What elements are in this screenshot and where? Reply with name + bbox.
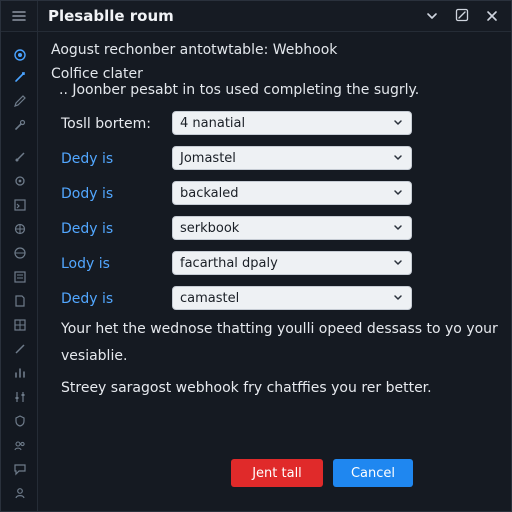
link-icon[interactable] bbox=[13, 70, 27, 84]
shield-icon[interactable] bbox=[13, 414, 27, 428]
chevron-down-icon bbox=[393, 223, 403, 233]
field-label: Dedy is bbox=[61, 221, 114, 237]
paragraph-line-3: Streey saragost webhook fry chatffies yo… bbox=[61, 380, 432, 396]
terminal-icon[interactable] bbox=[13, 198, 27, 212]
select-value: backaled bbox=[180, 185, 239, 201]
chart-icon[interactable] bbox=[13, 366, 27, 380]
select-value: facarthal dpaly bbox=[180, 255, 278, 271]
slash-icon[interactable] bbox=[13, 342, 27, 356]
menu-icon bbox=[12, 7, 26, 26]
main-content: Aogust rechonber antotwtable: Webhook Co… bbox=[51, 39, 499, 499]
titlebar: Plesablle roum bbox=[1, 1, 511, 32]
chevron-down-icon bbox=[393, 258, 403, 268]
field-select[interactable]: 4 nanatial bbox=[172, 111, 412, 135]
select-value: 4 nanatial bbox=[180, 115, 246, 131]
sidebar bbox=[1, 32, 38, 511]
chevron-down-icon bbox=[393, 118, 403, 128]
description-line-2: Colfice clater bbox=[51, 66, 143, 82]
window-title: Plesablle roum bbox=[48, 7, 174, 25]
list-icon[interactable] bbox=[13, 270, 27, 284]
sliders-icon[interactable] bbox=[13, 390, 27, 404]
field-select[interactable]: facarthal dpaly bbox=[172, 251, 412, 275]
chevron-down-icon bbox=[393, 188, 403, 198]
user-icon[interactable] bbox=[13, 486, 27, 500]
select-value: serkbook bbox=[180, 220, 240, 236]
edit-icon bbox=[455, 7, 469, 26]
pen-icon[interactable] bbox=[13, 94, 27, 108]
select-value: camastel bbox=[180, 290, 240, 306]
doc-icon[interactable] bbox=[13, 294, 27, 308]
close-button[interactable] bbox=[481, 5, 503, 27]
gear-icon[interactable] bbox=[13, 174, 27, 188]
danger-button[interactable]: Jent tall bbox=[231, 459, 323, 487]
group-icon[interactable] bbox=[13, 438, 27, 452]
grid-icon[interactable] bbox=[13, 318, 27, 332]
field-select[interactable]: backaled bbox=[172, 181, 412, 205]
field-label: Dedy is bbox=[61, 291, 114, 307]
chevron-down-icon bbox=[393, 153, 403, 163]
menu-button[interactable] bbox=[1, 1, 38, 31]
target-icon[interactable] bbox=[13, 48, 27, 62]
paragraph-line-1: Your het the wednose thatting youlli ope… bbox=[61, 321, 498, 337]
wrench-icon[interactable] bbox=[13, 118, 27, 132]
chevron-down-icon bbox=[393, 293, 403, 303]
dialog-window: Plesablle roum Aogust rechonber antotwta… bbox=[0, 0, 512, 512]
field-label: Dedy is bbox=[61, 151, 114, 167]
description-line-3: .. Joonber pesabt in tos used completing… bbox=[59, 82, 420, 98]
close-icon bbox=[486, 7, 498, 26]
cancel-button[interactable]: Cancel bbox=[333, 459, 413, 487]
brush-icon[interactable] bbox=[13, 150, 27, 164]
edit-button[interactable] bbox=[451, 5, 473, 27]
description-line-1: Aogust rechonber antotwtable: Webhook bbox=[51, 42, 338, 58]
field-label: Tosll bortem: bbox=[61, 116, 151, 132]
select-value: Jomastel bbox=[180, 150, 236, 166]
globe-icon[interactable] bbox=[13, 246, 27, 260]
field-select[interactable]: Jomastel bbox=[172, 146, 412, 170]
chevron-down-icon bbox=[426, 7, 438, 26]
minimize-button[interactable] bbox=[421, 5, 443, 27]
window-controls bbox=[421, 1, 503, 31]
chat-icon[interactable] bbox=[13, 462, 27, 476]
field-label: Lody is bbox=[61, 256, 110, 272]
field-select[interactable]: camastel bbox=[172, 286, 412, 310]
field-label: Dody is bbox=[61, 186, 114, 202]
paragraph-line-2: vesiablie. bbox=[61, 348, 128, 364]
field-select[interactable]: serkbook bbox=[172, 216, 412, 240]
settings-icon[interactable] bbox=[13, 222, 27, 236]
